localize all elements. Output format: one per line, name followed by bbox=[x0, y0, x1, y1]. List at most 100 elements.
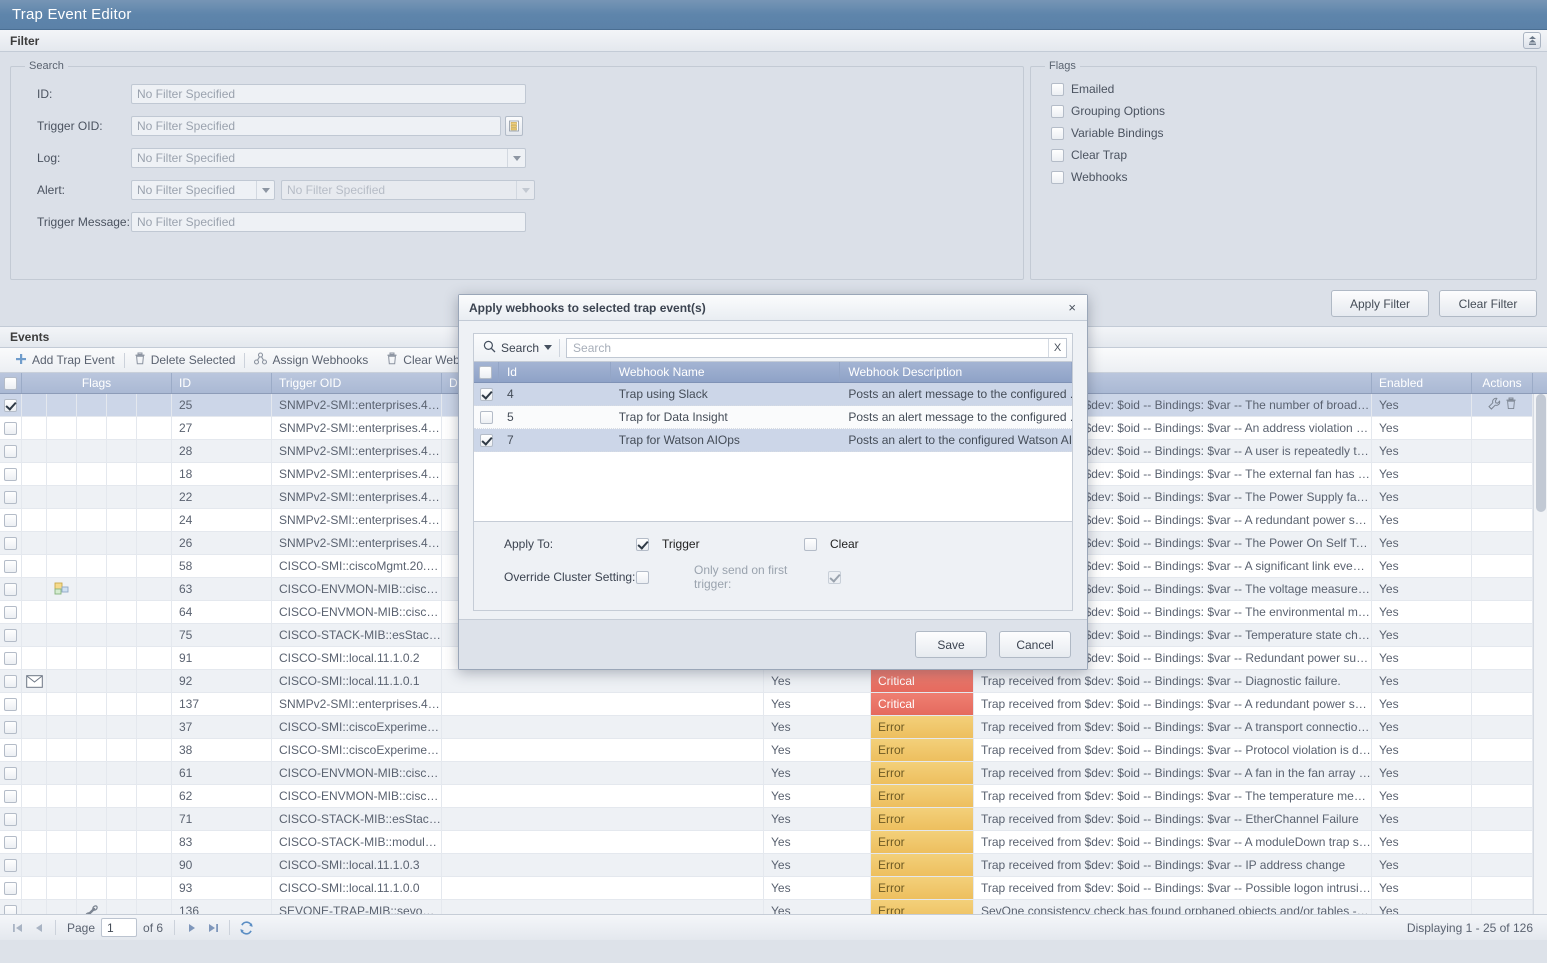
column-header-enabled[interactable]: Enabled bbox=[1372, 373, 1472, 393]
previous-page-icon[interactable] bbox=[28, 918, 50, 938]
checkbox-row[interactable] bbox=[4, 559, 17, 573]
checkbox-row[interactable] bbox=[4, 812, 17, 826]
collapse-up-icon[interactable] bbox=[1523, 32, 1541, 49]
row-checkbox-cell[interactable] bbox=[0, 854, 22, 876]
table-row[interactable]: 37 CISCO-SMI::ciscoExperiment... Yes Error T… bbox=[0, 716, 1547, 739]
checkbox-row[interactable] bbox=[4, 858, 17, 872]
delete-row-icon[interactable] bbox=[1505, 397, 1517, 413]
next-page-icon[interactable] bbox=[180, 918, 202, 938]
checkbox-row[interactable] bbox=[4, 605, 17, 619]
row-checkbox-cell[interactable] bbox=[0, 532, 22, 554]
cell-actions[interactable] bbox=[1472, 647, 1533, 669]
table-row[interactable]: 137 SNMPv2-SMI::enterprises.43... Yes Criti… bbox=[0, 693, 1547, 716]
grid-scroll-thumb[interactable] bbox=[1536, 394, 1546, 512]
apply-filter-button[interactable]: Apply Filter bbox=[1331, 290, 1429, 317]
row-checkbox-cell[interactable] bbox=[0, 762, 22, 784]
checkbox-webhooks[interactable] bbox=[1051, 170, 1064, 184]
checkbox-row[interactable] bbox=[4, 421, 17, 435]
row-checkbox-cell[interactable] bbox=[0, 624, 22, 646]
flag-emailed[interactable]: Emailed bbox=[1041, 78, 1526, 100]
cell-actions[interactable] bbox=[1472, 762, 1533, 784]
checkbox-row[interactable] bbox=[4, 697, 17, 711]
table-row[interactable]: 38 CISCO-SMI::ciscoExperiment... Yes Error T… bbox=[0, 739, 1547, 762]
flag-webhooks[interactable]: Webhooks bbox=[1041, 166, 1526, 188]
clear-option[interactable]: Clear bbox=[804, 537, 859, 551]
checkbox-select-all[interactable] bbox=[4, 376, 17, 390]
cell-actions[interactable] bbox=[1472, 394, 1533, 416]
row-checkbox-cell[interactable] bbox=[0, 900, 22, 914]
row-checkbox-cell[interactable] bbox=[0, 785, 22, 807]
row-checkbox-cell[interactable] bbox=[0, 601, 22, 623]
edit-wrench-icon[interactable] bbox=[1487, 397, 1501, 414]
log-select[interactable]: No Filter Specified bbox=[131, 148, 526, 168]
webhook-row-checkbox-cell[interactable] bbox=[474, 429, 499, 451]
checkbox-row[interactable] bbox=[4, 398, 17, 412]
checkbox-row[interactable] bbox=[4, 444, 17, 458]
cell-actions[interactable] bbox=[1472, 670, 1533, 692]
flag-clear-trap[interactable]: Clear Trap bbox=[1041, 144, 1526, 166]
cell-actions[interactable] bbox=[1472, 693, 1533, 715]
column-header-id[interactable]: ID bbox=[172, 373, 272, 393]
trigger-oid-input[interactable]: No Filter Specified bbox=[131, 116, 501, 136]
flag-variable-bindings[interactable]: Variable Bindings bbox=[1041, 122, 1526, 144]
checkbox-row[interactable] bbox=[4, 674, 17, 688]
clear-search-icon[interactable]: X bbox=[1048, 338, 1066, 357]
checkbox-row[interactable] bbox=[4, 582, 17, 596]
first-page-icon[interactable] bbox=[6, 918, 28, 938]
cell-actions[interactable] bbox=[1472, 831, 1533, 853]
close-icon[interactable]: × bbox=[1065, 301, 1079, 314]
checkbox-row[interactable] bbox=[4, 490, 17, 504]
webhook-search-input[interactable]: Search X bbox=[566, 337, 1067, 358]
checkbox-trigger[interactable] bbox=[636, 537, 649, 551]
cell-actions[interactable] bbox=[1472, 716, 1533, 738]
checkbox-webhook-row[interactable] bbox=[479, 387, 493, 401]
checkbox-variable-bindings[interactable] bbox=[1051, 126, 1064, 140]
table-row[interactable]: 93 CISCO-SMI::local.11.1.0.0 Yes Error Trap … bbox=[0, 877, 1547, 900]
checkbox-row[interactable] bbox=[4, 789, 17, 803]
override-checkbox-wrap[interactable] bbox=[636, 570, 694, 584]
chevron-down-icon[interactable] bbox=[256, 181, 274, 199]
checkbox-clear[interactable] bbox=[804, 537, 817, 551]
cell-actions[interactable] bbox=[1472, 739, 1533, 761]
alert-select[interactable]: No Filter Specified bbox=[131, 180, 275, 200]
checkbox-row[interactable] bbox=[4, 628, 17, 642]
checkbox-row[interactable] bbox=[4, 536, 17, 550]
cell-actions[interactable] bbox=[1472, 417, 1533, 439]
row-checkbox-cell[interactable] bbox=[0, 739, 22, 761]
webhook-column-name[interactable]: Webhook Name bbox=[611, 362, 841, 382]
search-mode-dropdown[interactable]: Search bbox=[479, 340, 559, 356]
webhook-row-checkbox-cell[interactable] bbox=[474, 406, 499, 428]
row-checkbox-cell[interactable] bbox=[0, 394, 22, 416]
cell-actions[interactable] bbox=[1472, 463, 1533, 485]
checkbox-webhook-row[interactable] bbox=[479, 410, 493, 424]
column-header-actions[interactable]: Actions bbox=[1472, 373, 1533, 393]
checkbox-row[interactable] bbox=[4, 513, 17, 527]
row-checkbox-cell[interactable] bbox=[0, 670, 22, 692]
checkbox-override-cluster[interactable] bbox=[636, 570, 649, 584]
checkbox-row[interactable] bbox=[4, 743, 17, 757]
flag-grouping-options[interactable]: Grouping Options bbox=[1041, 100, 1526, 122]
checkbox-row[interactable] bbox=[4, 651, 17, 665]
row-checkbox-cell[interactable] bbox=[0, 440, 22, 462]
cell-actions[interactable] bbox=[1472, 624, 1533, 646]
cell-actions[interactable] bbox=[1472, 555, 1533, 577]
checkbox-row[interactable] bbox=[4, 720, 17, 734]
cell-actions[interactable] bbox=[1472, 578, 1533, 600]
webhook-column-id[interactable]: Id bbox=[499, 362, 611, 382]
refresh-icon[interactable] bbox=[235, 918, 257, 938]
checkbox-row[interactable] bbox=[4, 881, 17, 895]
cell-actions[interactable] bbox=[1472, 509, 1533, 531]
cell-actions[interactable] bbox=[1472, 601, 1533, 623]
checkbox-webhook-row[interactable] bbox=[479, 433, 493, 447]
save-button[interactable]: Save bbox=[915, 631, 987, 658]
cell-actions[interactable] bbox=[1472, 532, 1533, 554]
page-number-input[interactable]: 1 bbox=[101, 918, 138, 937]
checkbox-row[interactable] bbox=[4, 766, 17, 780]
row-checkbox-cell[interactable] bbox=[0, 877, 22, 899]
cancel-button[interactable]: Cancel bbox=[999, 631, 1071, 658]
select-all-header[interactable] bbox=[0, 373, 22, 393]
webhook-row[interactable]: 7 Trap for Watson AIOps Posts an alert to … bbox=[474, 429, 1072, 452]
row-checkbox-cell[interactable] bbox=[0, 647, 22, 669]
webhook-row[interactable]: 5 Trap for Data Insight Posts an alert mes… bbox=[474, 406, 1072, 429]
row-checkbox-cell[interactable] bbox=[0, 463, 22, 485]
